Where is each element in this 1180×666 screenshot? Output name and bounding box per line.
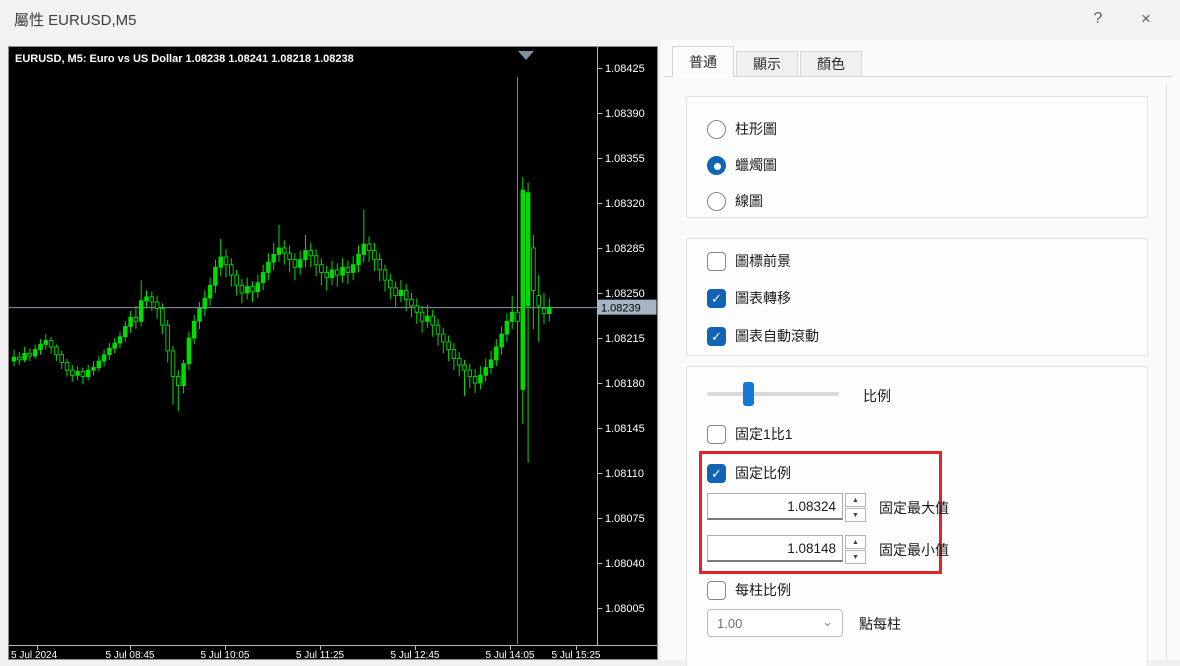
- radio-bar-chart[interactable]: [707, 119, 726, 139]
- svg-text:1.08285: 1.08285: [605, 243, 645, 255]
- svg-text:1.08145: 1.08145: [605, 423, 645, 435]
- title-bar: 屬性 EURUSD,M5 ? ×: [0, 0, 1180, 40]
- svg-text:1.08215: 1.08215: [605, 333, 645, 345]
- fixed-scale-checkbox[interactable]: ✓: [707, 463, 726, 483]
- fixed-min-spinner: ▲ ▼: [845, 535, 866, 564]
- spin-up-icon[interactable]: ▲: [845, 493, 866, 507]
- fixed-min-row: ▲ ▼ 固定最小值: [687, 535, 1147, 565]
- radio-line-chart-label: 線圖: [735, 193, 763, 209]
- check-icon: ✓: [711, 328, 722, 344]
- checkbox-chart-shift-label: 圖表轉移: [735, 290, 791, 306]
- chart-type-row: 蠟燭圖: [707, 154, 777, 176]
- spin-down-icon[interactable]: ▼: [845, 508, 866, 522]
- fixed-max-row: ▲ ▼ 固定最大值: [687, 493, 1147, 523]
- tab-general[interactable]: 普通: [672, 46, 734, 77]
- svg-text:1.08239: 1.08239: [601, 303, 641, 315]
- chevron-down-icon: ⌄: [822, 614, 833, 629]
- scale-slider-thumb[interactable]: [743, 382, 755, 406]
- tab-strip: 普通 顯示 顏色: [672, 46, 864, 77]
- fixed-max-label: 固定最大值: [879, 500, 949, 516]
- scale-group: 比例 ✓ 固定1比1 ✓ 固定比例 ▲ ▼ 固定最大值 ▲ ▼ 固定最小值 ✓ …: [686, 366, 1148, 666]
- chart-type-row: 線圖: [707, 190, 763, 212]
- fixed-scale-label: 固定比例: [735, 465, 791, 481]
- svg-text:5 Jul 10:05: 5 Jul 10:05: [201, 650, 250, 659]
- svg-text:1.08040: 1.08040: [605, 558, 645, 570]
- check-icon: ✓: [711, 465, 722, 481]
- fixed-one-to-one-checkbox[interactable]: ✓: [707, 424, 726, 444]
- scale-slider-track[interactable]: [707, 392, 839, 396]
- svg-text:1.08425: 1.08425: [605, 63, 645, 75]
- radio-line-chart[interactable]: [707, 191, 726, 211]
- option-row: ✓ 圖表自動滾動: [707, 325, 819, 347]
- scale-per-bar-checkbox[interactable]: ✓: [707, 580, 726, 600]
- fixed-one-to-one-row: ✓ 固定1比1: [707, 423, 793, 445]
- checkbox-chart-autoscroll[interactable]: ✓: [707, 326, 726, 346]
- svg-text:1.08005: 1.08005: [605, 603, 645, 615]
- svg-text:5 Jul 14:05: 5 Jul 14:05: [486, 650, 535, 659]
- fixed-max-spinner: ▲ ▼: [845, 493, 866, 522]
- svg-text:5 Jul 15:25: 5 Jul 15:25: [552, 650, 601, 659]
- tab-content-border: [664, 76, 1172, 77]
- svg-text:1.08320: 1.08320: [605, 198, 645, 210]
- tab-colors[interactable]: 顏色: [800, 51, 862, 77]
- points-per-bar-select[interactable]: 1.00 ⌄: [707, 609, 843, 637]
- scale-slider-label: 比例: [863, 388, 891, 404]
- svg-text:5 Jul 12:45: 5 Jul 12:45: [391, 650, 440, 659]
- points-per-bar-value: 1.00: [717, 615, 743, 631]
- checkbox-chart-autoscroll-label: 圖表自動滾動: [735, 328, 819, 344]
- window-title: 屬性 EURUSD,M5: [14, 12, 137, 29]
- chart-type-row: 柱形圖: [707, 118, 777, 140]
- svg-text:1.08180: 1.08180: [605, 378, 645, 390]
- fixed-one-to-one-label: 固定1比1: [735, 426, 793, 442]
- scale-per-bar-row: ✓ 每柱比例: [707, 579, 791, 601]
- fixed-min-label: 固定最小值: [879, 542, 949, 558]
- chart-options-group: ✓ 圖標前景 ✓ 圖表轉移 ✓ 圖表自動滾動: [686, 238, 1148, 356]
- svg-text:5 Jul 08:45: 5 Jul 08:45: [106, 650, 155, 659]
- checkbox-chart-foreground[interactable]: ✓: [707, 251, 726, 271]
- svg-text:1.08390: 1.08390: [605, 108, 645, 120]
- svg-text:1.08250: 1.08250: [605, 288, 645, 300]
- svg-text:EURUSD, M5: Euro vs US Dollar: EURUSD, M5: Euro vs US Dollar 1.08238 1.…: [15, 53, 354, 65]
- fixed-scale-row: ✓ 固定比例: [707, 462, 791, 484]
- tab-show[interactable]: 顯示: [736, 51, 798, 77]
- panel-divider: [1166, 84, 1167, 660]
- candlestick-chart: 1.08425 1.08390 1.08355 1.08320 1.08285 1.082…: [9, 47, 657, 659]
- fixed-max-input[interactable]: [707, 493, 843, 520]
- checkbox-chart-shift[interactable]: ✓: [707, 288, 726, 308]
- svg-text:1.08110: 1.08110: [605, 468, 644, 480]
- help-button[interactable]: ?: [1078, 6, 1118, 32]
- fixed-min-input[interactable]: [707, 535, 843, 562]
- svg-text:1.08075: 1.08075: [605, 513, 645, 525]
- option-row: ✓ 圖表轉移: [707, 287, 791, 309]
- spin-down-icon[interactable]: ▼: [845, 550, 866, 564]
- radio-candlestick-chart[interactable]: [707, 155, 726, 175]
- svg-text:5 Jul 2024: 5 Jul 2024: [11, 650, 58, 659]
- radio-candlestick-chart-label: 蠟燭圖: [735, 157, 777, 173]
- spin-up-icon[interactable]: ▲: [845, 535, 866, 549]
- close-button[interactable]: ×: [1126, 6, 1166, 32]
- radio-bar-chart-label: 柱形圖: [735, 121, 777, 137]
- chart-type-group: 柱形圖 蠟燭圖 線圖: [686, 96, 1148, 218]
- svg-text:5 Jul 11:25: 5 Jul 11:25: [296, 650, 345, 659]
- option-row: ✓ 圖標前景: [707, 250, 791, 272]
- points-per-bar-label: 點每柱: [859, 616, 901, 632]
- check-icon: ✓: [711, 290, 722, 306]
- scale-per-bar-label: 每柱比例: [735, 582, 791, 598]
- chart-preview: 1.08425 1.08390 1.08355 1.08320 1.08285 1.082…: [8, 46, 658, 660]
- checkbox-chart-foreground-label: 圖標前景: [735, 253, 791, 269]
- svg-text:1.08355: 1.08355: [605, 153, 645, 165]
